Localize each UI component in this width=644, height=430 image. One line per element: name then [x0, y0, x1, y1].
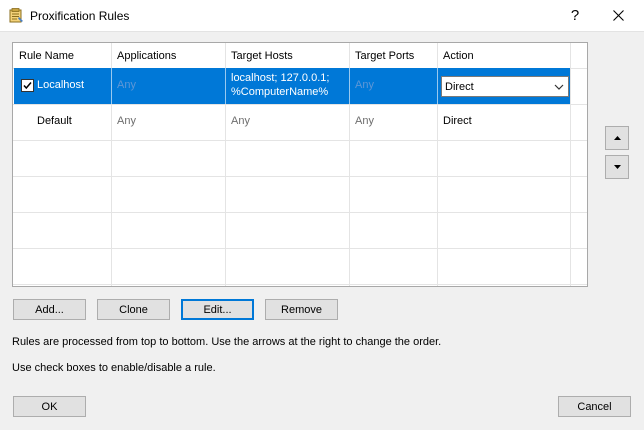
help-button[interactable]: ?	[558, 0, 592, 31]
applications-cell: Any	[117, 79, 136, 91]
arrow-up-icon	[613, 136, 621, 140]
column-header-target-hosts[interactable]: Target Hosts	[231, 50, 293, 62]
rule-name-cell: Localhost	[37, 79, 85, 91]
column-header-applications[interactable]: Applications	[117, 50, 176, 62]
action-dropdown[interactable]: Direct	[441, 76, 569, 97]
rule-name-cell: Default	[37, 115, 72, 127]
grid-row-line	[13, 176, 587, 177]
chevron-down-icon	[554, 84, 564, 90]
remove-button[interactable]: Remove	[265, 299, 338, 320]
cancel-button[interactable]: Cancel	[558, 396, 631, 417]
target-hosts-cell: Any	[231, 115, 250, 127]
column-header-target-ports[interactable]: Target Ports	[355, 50, 414, 62]
target-ports-cell: Any	[355, 79, 374, 91]
grid-row-line	[13, 284, 587, 285]
column-header-action[interactable]: Action	[443, 50, 474, 62]
ok-button[interactable]: OK	[13, 396, 86, 417]
title-bar: Proxification Rules ?	[0, 0, 644, 32]
add-button[interactable]: Add...	[13, 299, 86, 320]
grid-row-line	[13, 140, 587, 141]
close-button[interactable]	[598, 0, 638, 31]
target-hosts-cell-line2: %ComputerName%	[231, 86, 329, 98]
checkbox-checked-icon	[23, 82, 32, 90]
grid-row-line	[13, 248, 587, 249]
grid-col-separator	[570, 43, 571, 286]
app-icon	[9, 8, 23, 23]
grid-row-line	[13, 212, 587, 213]
info-text-order: Rules are processed from top to bottom. …	[12, 336, 442, 348]
applications-cell: Any	[117, 115, 136, 127]
rule-enabled-checkbox[interactable]	[21, 79, 34, 92]
arrow-down-icon	[613, 165, 621, 169]
action-dropdown-value: Direct	[445, 81, 474, 93]
move-down-button[interactable]	[605, 155, 629, 179]
rules-grid[interactable]: Rule Name Applications Target Hosts Targ…	[12, 42, 588, 287]
info-text-checkboxes: Use check boxes to enable/disable a rule…	[12, 362, 216, 374]
edit-button[interactable]: Edit...	[181, 299, 254, 320]
clone-button[interactable]: Clone	[97, 299, 170, 320]
column-header-rule-name[interactable]: Rule Name	[19, 50, 74, 62]
window-title: Proxification Rules	[30, 9, 130, 23]
close-icon	[612, 10, 624, 21]
table-row-localhost[interactable]: Localhost Any localhost; 127.0.0.1; %Com…	[14, 68, 570, 104]
table-row-default[interactable]: Default Any Any Any Direct	[14, 105, 570, 140]
target-ports-cell: Any	[355, 115, 374, 127]
target-hosts-cell-line1: localhost; 127.0.0.1;	[231, 72, 330, 84]
move-up-button[interactable]	[605, 126, 629, 150]
action-cell: Direct	[443, 115, 472, 127]
help-icon: ?	[570, 7, 580, 24]
